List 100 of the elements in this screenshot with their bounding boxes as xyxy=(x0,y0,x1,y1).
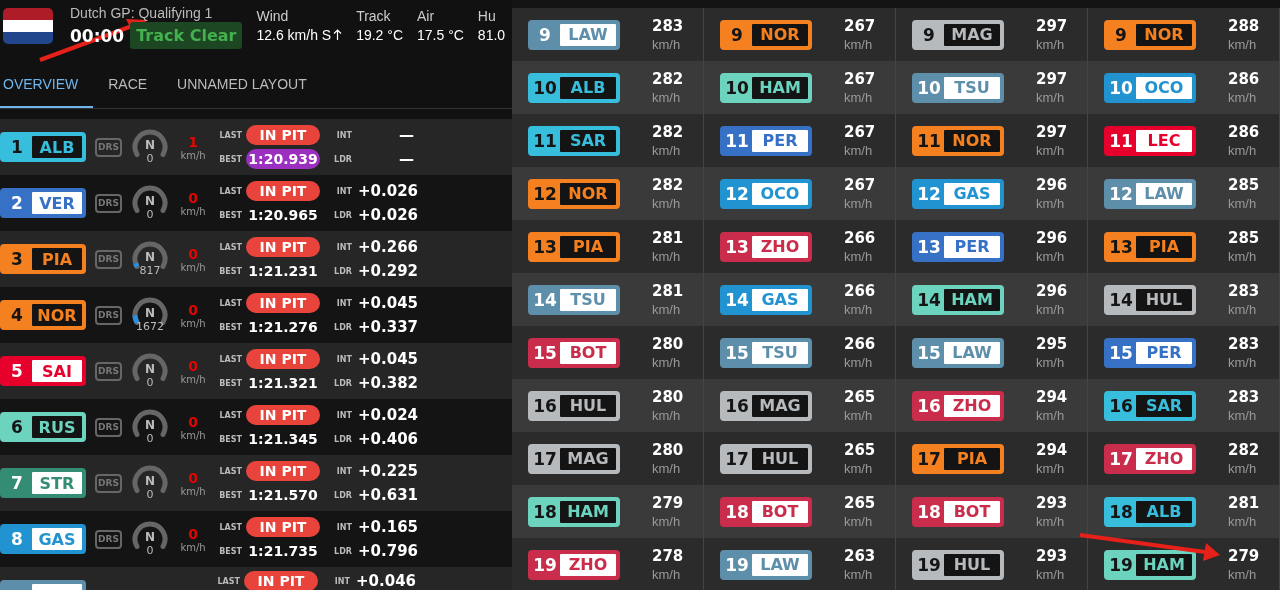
speed-unit: km/h xyxy=(1036,461,1066,476)
speed-value: 0 xyxy=(188,525,198,542)
flag-icon xyxy=(3,8,53,44)
lap-time-pill: IN PIT xyxy=(246,237,320,257)
time-label: LAST xyxy=(218,354,243,364)
position-number: 19 xyxy=(916,553,942,577)
weather-value: 17.5 °C xyxy=(417,27,464,43)
speed-value: 285 xyxy=(1228,229,1260,247)
position-number: 11 xyxy=(532,129,558,153)
speed-unit: km/h xyxy=(1036,567,1066,582)
lap-time-pill: IN PIT xyxy=(246,125,320,145)
speed-value: 266 xyxy=(844,335,876,353)
speed-unit: km/h xyxy=(1228,567,1258,582)
driver-code: STR xyxy=(32,472,82,494)
time-label: BEST xyxy=(218,322,243,332)
time-label: BEST xyxy=(218,490,243,500)
speed-value: 295 xyxy=(1036,335,1068,353)
speed-value: 265 xyxy=(844,388,876,406)
position-number: 13 xyxy=(916,235,942,259)
gear-indicator: N xyxy=(143,250,156,264)
lap-time-pill: IN PIT xyxy=(246,293,320,313)
rpm-value: 0 xyxy=(145,544,155,557)
speed-value: 282 xyxy=(652,123,684,141)
gap-value: — xyxy=(398,126,414,144)
position-number: 10 xyxy=(1108,76,1134,100)
speed-value: 296 xyxy=(1036,229,1068,247)
speed-value: 281 xyxy=(1228,494,1260,512)
driver-code: BOT xyxy=(944,500,1000,523)
speed-value: 293 xyxy=(1036,494,1068,512)
gear-indicator: N xyxy=(143,418,156,432)
driver-code: OCO xyxy=(1136,76,1192,99)
gear-indicator: N xyxy=(143,474,156,488)
gap-label: INT xyxy=(335,354,353,364)
drs-indicator: DRS xyxy=(95,305,122,325)
position-number: 15 xyxy=(724,341,750,365)
driver-code: LAW xyxy=(1136,182,1192,205)
gear-indicator: N xyxy=(143,362,156,376)
speed-value: 0 xyxy=(188,357,198,374)
speed-value: 283 xyxy=(652,17,684,35)
gap-label: LDR xyxy=(333,154,353,164)
position-number: 12 xyxy=(724,182,750,206)
position-number: 9 xyxy=(1114,23,1128,47)
position-number: 19 xyxy=(1108,553,1134,577)
driver-code: PIA xyxy=(560,235,616,258)
speed-unit: km/h xyxy=(180,541,206,553)
speed-value: 293 xyxy=(1036,547,1068,565)
driver-code: OCO xyxy=(752,182,808,205)
speed-unit: km/h xyxy=(180,429,206,441)
rpm-value: 1672 xyxy=(135,320,165,333)
time-label: LAST xyxy=(218,130,243,140)
drs-indicator: DRS xyxy=(95,193,122,213)
tab[interactable]: UNNAMED LAYOUT xyxy=(162,62,322,108)
driver-code: HUL xyxy=(560,394,616,417)
position-number: 17 xyxy=(1108,447,1134,471)
position-number: 9 xyxy=(538,23,552,47)
speed-value: 297 xyxy=(1036,17,1068,35)
driver-code: ALB xyxy=(32,136,82,158)
speed-unit: km/h xyxy=(652,461,682,476)
speed-value: 0 xyxy=(188,469,198,486)
driver-code: MAG xyxy=(752,394,808,417)
speed-value: 263 xyxy=(844,547,876,565)
tab[interactable]: RACE xyxy=(93,62,163,108)
weather-label: Hu xyxy=(477,8,497,24)
speed-value: 285 xyxy=(1228,176,1260,194)
time-label: LAST xyxy=(218,410,243,420)
driver-code: HUL xyxy=(1136,288,1192,311)
driver-code: LAW xyxy=(560,23,616,46)
time-label: LAST xyxy=(218,466,243,476)
speed-value: 280 xyxy=(652,388,684,406)
drs-indicator: DRS xyxy=(95,473,122,493)
speed-value: 297 xyxy=(1036,70,1068,88)
speed-unit: km/h xyxy=(652,37,682,52)
tab[interactable]: OVERVIEW xyxy=(0,62,94,108)
position-number: 10 xyxy=(916,76,942,100)
position-number: 13 xyxy=(724,235,750,259)
position-number: 17 xyxy=(532,447,558,471)
speed-value: 267 xyxy=(844,176,876,194)
track-status-badge: Track Clear xyxy=(130,22,243,49)
driver-code: ZHO xyxy=(560,553,616,576)
position-number: 16 xyxy=(1108,394,1134,418)
best-lap-time: 1:20.939 xyxy=(246,149,320,169)
speed-value: 283 xyxy=(1228,282,1260,300)
rpm-value: 0 xyxy=(145,488,155,501)
position-number: 14 xyxy=(532,288,558,312)
gear-indicator: N xyxy=(143,138,156,152)
best-lap-time: 1:21.231 xyxy=(247,262,319,281)
gap-label: LDR xyxy=(333,322,353,332)
gear-indicator: N xyxy=(143,530,156,544)
speed-value: 294 xyxy=(1036,441,1068,459)
speed-unit: km/h xyxy=(652,408,682,423)
driver-code: HUL xyxy=(752,447,808,470)
speed-unit: km/h xyxy=(844,37,874,52)
time-label: BEST xyxy=(218,434,243,444)
best-lap-time: 1:21.345 xyxy=(247,430,319,449)
time-label: LAST xyxy=(218,522,243,532)
position-number: 16 xyxy=(724,394,750,418)
rpm-value: 0 xyxy=(145,376,155,389)
weather-value: 81.0 xyxy=(477,27,506,43)
gap-label: LDR xyxy=(333,378,353,388)
position-number: 3 xyxy=(10,248,24,271)
